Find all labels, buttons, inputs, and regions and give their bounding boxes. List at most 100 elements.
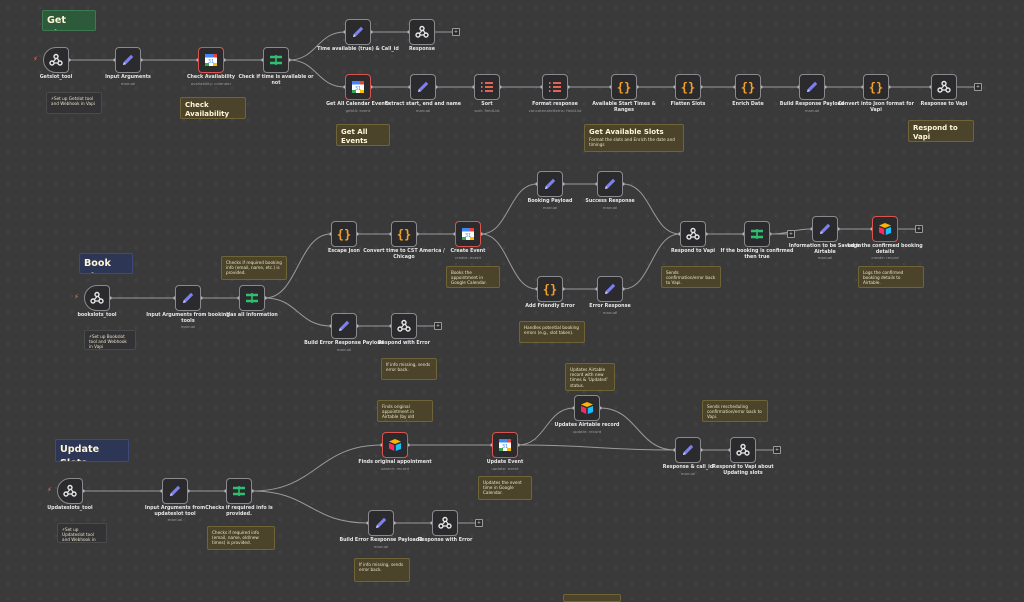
airtable-icon [387, 437, 403, 453]
sticky-text: Finds original appointment in Airtable (… [382, 404, 415, 421]
sticky-title: Get Available Slots [589, 128, 664, 136]
node-update-event[interactable]: 31 [492, 432, 518, 458]
node-error-resp[interactable] [597, 276, 623, 302]
sticky-note-title-update[interactable]: Update Slots [55, 439, 129, 462]
sticky-text: If info missing, sends error back. [359, 562, 404, 573]
node-checks-req[interactable] [226, 478, 252, 504]
node-title: Has all information [226, 313, 278, 318]
add-node-button[interactable]: + [434, 322, 442, 330]
sticky-note-note-updates[interactable]: Updates Airtable record with new times &… [565, 363, 615, 391]
if-icon [749, 226, 765, 242]
node-get-all-events[interactable]: 31 [345, 74, 371, 100]
node-sort[interactable] [474, 74, 500, 100]
node-find-appt[interactable] [382, 432, 408, 458]
sticky-note-title-get[interactable]: Get Slots [42, 10, 96, 31]
node-input-args-2[interactable] [175, 285, 201, 311]
node-if-time[interactable] [263, 47, 289, 73]
node-time-avail[interactable] [345, 19, 371, 45]
node-format-resp[interactable] [542, 74, 568, 100]
sticky-note-note-checks2[interactable]: Checks if required info (email, name, ol… [207, 526, 275, 550]
node-respond-vapi-3[interactable] [730, 437, 756, 463]
node-avail-ranges[interactable]: {} [611, 74, 637, 100]
node-create-event[interactable]: 31 [455, 221, 481, 247]
node-convert-json[interactable]: {} [863, 74, 889, 100]
node-friendly-err[interactable]: {} [537, 276, 563, 302]
sticky-text: ⚡Set up Bookslot tool and Webhook in Vap… [89, 334, 127, 350]
node-extract[interactable] [410, 74, 436, 100]
add-node-button[interactable]: + [915, 225, 923, 233]
node-title: Escape Json [328, 249, 360, 254]
add-node-button[interactable]: + [974, 83, 982, 91]
sticky-note-note-missing2[interactable]: If info missing, sends error back. [354, 558, 410, 582]
sticky-note-note-getslot[interactable]: ⚡Set up Getslot tool and Webhook in Vapi [46, 92, 102, 114]
sticky-note-note-respond[interactable]: Respond to Vapi [908, 120, 974, 142]
sticky-note-note-partial[interactable] [563, 594, 621, 602]
node-respond-err-1[interactable] [391, 313, 417, 339]
node-success-resp[interactable] [597, 171, 623, 197]
node-input-args-1[interactable] [115, 47, 141, 73]
sticky-note-note-logs[interactable]: Logs the confirmed booking details to Ai… [858, 266, 924, 288]
node-respond-vapi-2[interactable] [680, 221, 706, 247]
code-icon: {} [616, 79, 632, 95]
svg-text:31: 31 [355, 86, 361, 92]
sticky-text: ⚡Set up Updateslot tool and Webhook in V… [62, 527, 96, 543]
node-title: Getslot_tool [39, 75, 73, 80]
node-getslot-tool[interactable] [43, 47, 69, 73]
sticky-note-title-book[interactable]: Book Slot [79, 253, 133, 274]
node-respond-err-2[interactable] [432, 510, 458, 536]
connection-update-event-to-resp-callid[interactable] [517, 444, 676, 451]
code-icon: {} [868, 79, 884, 95]
node-input-args-3[interactable] [162, 478, 188, 504]
node-title: Logs the confirmed booking details [847, 244, 923, 255]
node-subtitle: manual [180, 324, 196, 330]
webhook-icon [437, 515, 453, 531]
node-update-airtable[interactable] [574, 395, 600, 421]
webhook-icon [936, 79, 952, 95]
node-has-all[interactable] [239, 285, 265, 311]
node-enrich[interactable]: {} [735, 74, 761, 100]
trigger-bolt-icon: ⚡ [47, 486, 52, 494]
node-updateslots-tool[interactable] [57, 478, 83, 504]
node-response-1[interactable] [409, 19, 435, 45]
node-logs-booking[interactable] [872, 216, 898, 242]
node-bookslots-tool[interactable] [84, 285, 110, 311]
node-booking-payload[interactable] [537, 171, 563, 197]
add-node-button[interactable]: + [475, 519, 483, 527]
sticky-note-note-sends2[interactable]: Sends rescheduling confirmation/error ba… [702, 400, 768, 422]
sticky-note-note-required[interactable]: Checks if required booking info (email, … [221, 256, 287, 280]
sticky-note-note-handles[interactable]: Handles potential booking errors (e.g., … [519, 321, 585, 343]
list-icon [479, 79, 495, 95]
add-node-button[interactable]: + [787, 230, 795, 238]
node-escape-json[interactable]: {} [331, 221, 357, 247]
sticky-note-note-sends1[interactable]: Sends confirmation/error back to Vapi. [661, 266, 721, 288]
node-convert-cst[interactable]: {} [391, 221, 417, 247]
sticky-note-note-avail[interactable]: Get Available Slots Format the slots and … [584, 124, 684, 152]
sticky-note-note-getall[interactable]: Get All Events [336, 124, 390, 146]
sticky-note-note-updateslot[interactable]: ⚡Set up Updateslot tool and Webhook in V… [57, 523, 107, 543]
sticky-note-note-gcal[interactable]: Updates the event time in Google Calenda… [478, 476, 532, 500]
node-build-resp[interactable] [799, 74, 825, 100]
node-title: Respond to Vapi about Updating slots [712, 465, 774, 476]
sticky-note-note-finds[interactable]: Finds original appointment in Airtable (… [377, 400, 433, 422]
connection-if-time-to-time-avail[interactable] [288, 31, 346, 61]
pencil-icon [336, 318, 352, 334]
connection-has-all-to-build-err-1[interactable] [264, 297, 332, 327]
node-info-airtable[interactable] [812, 216, 838, 242]
pencil-icon [680, 442, 696, 458]
node-build-err-2[interactable] [368, 510, 394, 536]
calendar-icon: 31 [203, 52, 219, 68]
trigger-bolt-icon: ⚡ [33, 55, 38, 63]
add-node-button[interactable]: + [773, 446, 781, 454]
node-flatten[interactable]: {} [675, 74, 701, 100]
sticky-note-note-missing1[interactable]: If info missing, sends error back. [381, 358, 437, 380]
sticky-note-note-books[interactable]: Books the appointment in Google Calendar… [446, 266, 500, 288]
sticky-note-note-check[interactable]: Check Availability [180, 97, 246, 119]
node-build-err-1[interactable] [331, 313, 357, 339]
add-node-button[interactable]: + [452, 28, 460, 36]
sticky-note-note-bookslot[interactable]: ⚡Set up Bookslot tool and Webhook in Vap… [84, 330, 136, 350]
sticky-title: Respond to Vapi [913, 124, 958, 141]
node-respond-vapi-1[interactable] [931, 74, 957, 100]
node-if-confirmed[interactable] [744, 221, 770, 247]
node-resp-callid[interactable] [675, 437, 701, 463]
node-check-avail[interactable]: 31 [198, 47, 224, 73]
